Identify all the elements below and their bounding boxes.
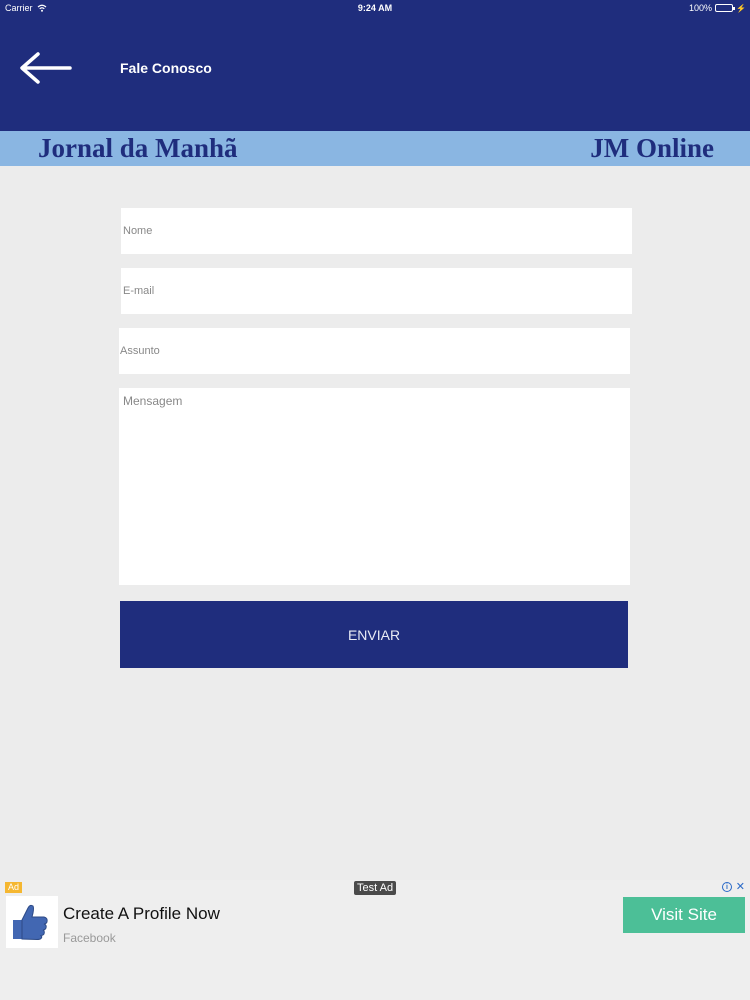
message-textarea[interactable]	[119, 388, 630, 585]
ad-subtitle: Facebook	[63, 931, 116, 945]
battery-icon	[715, 4, 736, 12]
ad-title: Create A Profile Now	[63, 904, 220, 923]
thumbs-up-icon	[6, 896, 58, 948]
test-ad-label: Test Ad	[354, 881, 397, 895]
send-button[interactable]: ENVIAR	[120, 601, 628, 668]
email-input[interactable]	[121, 268, 632, 314]
app-header: Carrier 9:24 AM 100% ⚡ Fale Conosco	[0, 0, 750, 131]
charging-icon: ⚡	[736, 3, 746, 13]
battery-percent: 100%	[689, 3, 713, 13]
banner-brand-right: JM Online	[590, 133, 714, 163]
battery-indicator: 100% ⚡	[689, 3, 746, 13]
subject-input[interactable]	[119, 328, 630, 374]
back-button[interactable]	[16, 48, 74, 88]
adchoices-icon[interactable]: i	[722, 882, 732, 892]
ad-banner[interactable]: Ad Test Ad i ✕ Create A Profile Now Face…	[0, 880, 750, 1000]
back-arrow-icon	[20, 52, 72, 84]
page-title: Fale Conosco	[120, 60, 212, 76]
ad-close-icon[interactable]: ✕	[736, 880, 745, 893]
visit-site-button[interactable]: Visit Site	[623, 897, 745, 933]
clock: 9:24 AM	[357, 3, 393, 13]
newspaper-banner: Jornal da Manhã JM Online	[0, 131, 750, 166]
ad-badge: Ad	[5, 882, 23, 893]
banner-brand-left: Jornal da Manhã	[38, 133, 238, 163]
name-input[interactable]	[121, 208, 632, 254]
status-bar: Carrier 9:24 AM 100% ⚡	[0, 0, 750, 16]
